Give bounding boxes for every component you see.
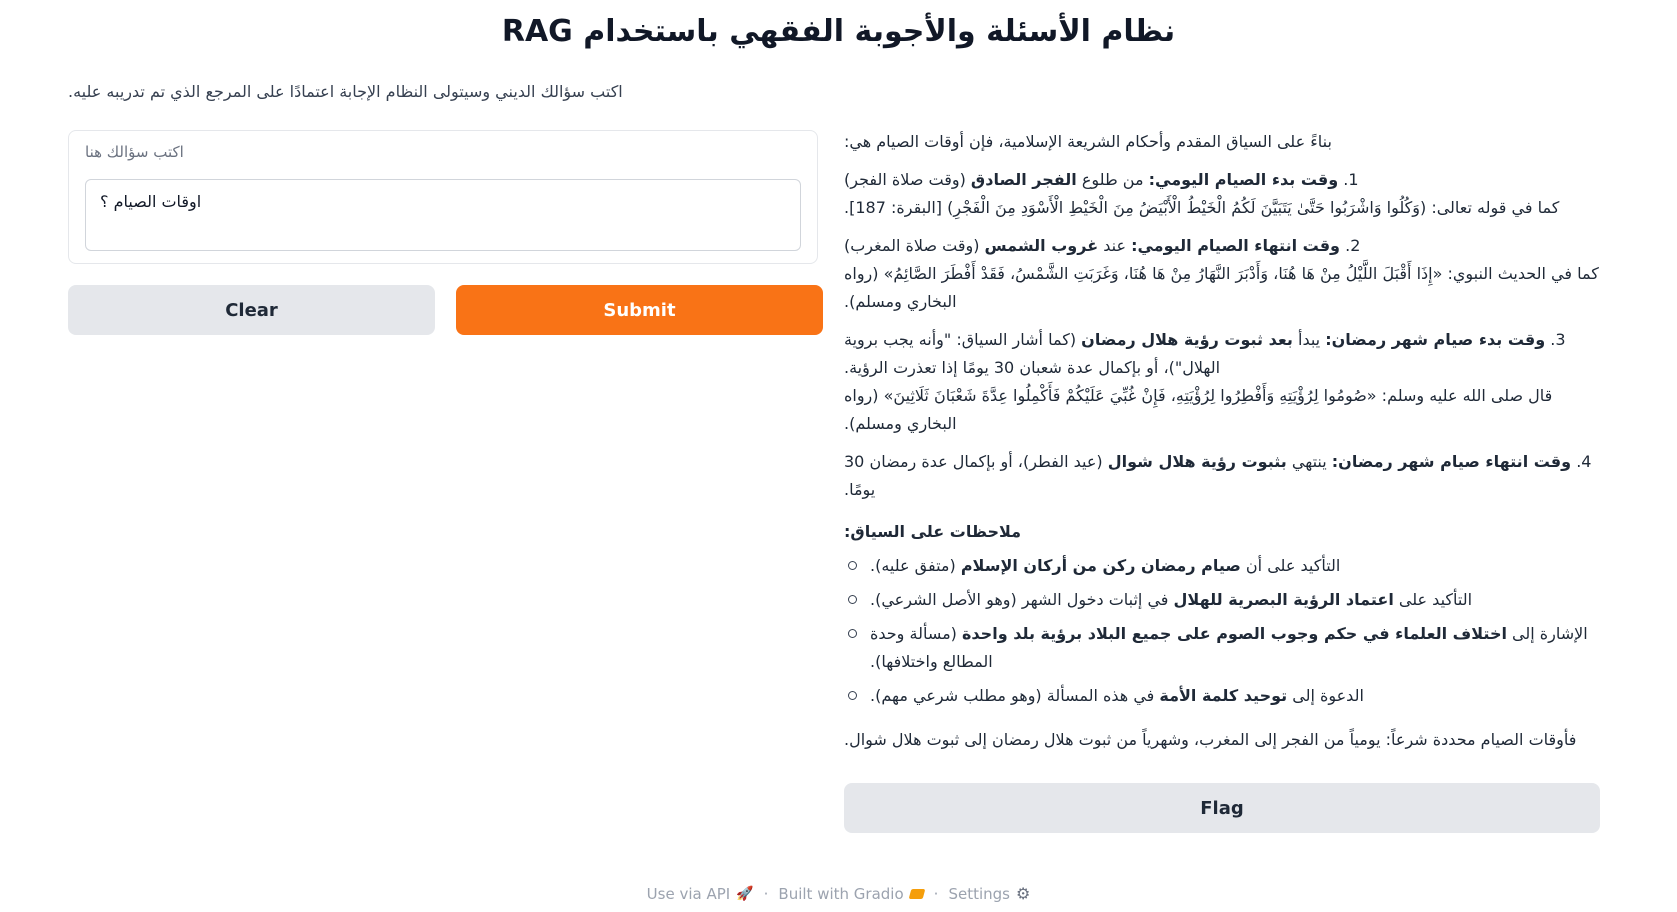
- item-number: 2.: [1345, 236, 1361, 255]
- item-evidence: قال صلى الله عليه وسلم: «صُومُوا لِرُؤْي…: [844, 386, 1553, 433]
- note-text: التأكيد على أن: [1240, 556, 1341, 575]
- note-emphasis: توحيد كلمة الأمة: [1159, 686, 1288, 705]
- item-heading: وقت بدء الصيام اليومي:: [1148, 170, 1339, 189]
- note-text: الدعوة إلى: [1287, 686, 1364, 705]
- use-via-api-link[interactable]: Use via API 🚀: [647, 885, 754, 903]
- note-emphasis: اعتماد الرؤية البصرية للهلال: [1173, 590, 1394, 609]
- item-heading: وقت انتهاء الصيام اليومي:: [1131, 236, 1340, 255]
- rocket-icon: 🚀: [736, 885, 754, 902]
- item-emphasis: غروب الشمس: [984, 236, 1099, 255]
- note-text: في هذه المسألة (وهو مطلب شرعي مهم).: [870, 686, 1160, 705]
- settings-link[interactable]: Settings ⚙: [948, 884, 1030, 903]
- item-text: عند: [1098, 236, 1132, 255]
- footer-separator: ·: [763, 884, 769, 903]
- item-text: (عيد الفطر)، أو بإكمال عدة رمضان 30 يومً…: [844, 452, 1108, 499]
- note-emphasis: اختلاف العلماء في حكم وجوب الصوم على جمي…: [961, 624, 1507, 643]
- note-emphasis: صيام رمضان ركن من أركان الإسلام: [960, 556, 1241, 575]
- built-with-gradio-label: Built with Gradio: [778, 884, 904, 903]
- footer: Use via API 🚀 · Built with Gradio · Sett…: [0, 884, 1677, 903]
- item-text: (وقت صلاة الفجر): [844, 170, 971, 189]
- item-text: (وقت صلاة المغرب): [844, 236, 985, 255]
- answer-item: 2. وقت انتهاء الصيام اليومي: عند غروب ال…: [844, 232, 1600, 316]
- item-emphasis: بعد ثبوت رؤية هلال رمضان: [1081, 330, 1293, 349]
- note-text: الإشارة إلى: [1506, 624, 1588, 643]
- item-text: ينتهي: [1286, 452, 1332, 471]
- page-description: اكتب سؤالك الديني وسيتولى النظام الإجابة…: [68, 82, 623, 101]
- item-evidence: كما في قوله تعالى: (وَكُلُوا وَاشْرَبُوا…: [844, 198, 1560, 217]
- list-item: التأكيد على أن صيام رمضان ركن من أركان ا…: [844, 552, 1600, 580]
- list-item: الإشارة إلى اختلاف العلماء في حكم وجوب ا…: [844, 620, 1600, 676]
- question-input-label: اكتب سؤالك هنا: [85, 143, 184, 161]
- page-title: RAG نظام الأسئلة والأجوبة الفقهي باستخدا…: [501, 14, 1176, 49]
- question-input-block: اكتب سؤالك هنا اوقات الصيام ؟: [68, 130, 818, 264]
- footer-separator: ·: [933, 884, 939, 903]
- bullet-icon: [848, 629, 857, 638]
- notes-heading: ملاحظات على السياق:: [844, 522, 1022, 541]
- item-evidence: كما في الحديث النبوي: «إِذَا أَقْبَلَ ال…: [844, 264, 1599, 311]
- item-number: 4.: [1576, 452, 1592, 471]
- answer-intro: بناءً على السياق المقدم وأحكام الشريعة ا…: [844, 132, 1332, 151]
- item-emphasis: الفجر الصادق: [970, 170, 1077, 189]
- answer-item: 3. وقت بدء صيام شهر رمضان: يبدأ بعد ثبوت…: [844, 326, 1600, 438]
- bullet-icon: [848, 595, 857, 604]
- answer-conclusion: فأوقات الصيام محددة شرعاً: يومياً من الف…: [844, 730, 1577, 749]
- submit-button[interactable]: Submit: [456, 285, 823, 335]
- answer-output: بناءً على السياق المقدم وأحكام الشريعة ا…: [844, 128, 1600, 764]
- clear-button[interactable]: Clear: [68, 285, 435, 335]
- notes-list: التأكيد على أن صيام رمضان ركن من أركان ا…: [844, 552, 1600, 710]
- note-text: في إثبات دخول الشهر (وهو الأصل الشرعي).: [870, 590, 1174, 609]
- flag-button[interactable]: Flag: [844, 783, 1600, 833]
- bullet-icon: [848, 691, 857, 700]
- item-number: 1.: [1343, 170, 1359, 189]
- gear-icon: ⚙: [1015, 884, 1031, 903]
- item-heading: وقت بدء صيام شهر رمضان:: [1325, 330, 1546, 349]
- item-text: من طلوع: [1076, 170, 1149, 189]
- answer-item: 4. وقت انتهاء صيام شهر رمضان: ينتهي بثبو…: [844, 448, 1600, 504]
- item-text: يبدأ: [1292, 330, 1326, 349]
- note-text: (متفق عليه).: [870, 556, 961, 575]
- answer-item: 1. وقت بدء الصيام اليومي: من طلوع الفجر …: [844, 166, 1600, 222]
- item-emphasis: بثبوت رؤية هلال شوال: [1107, 452, 1287, 471]
- use-via-api-label: Use via API: [646, 884, 731, 903]
- bullet-icon: [848, 561, 857, 570]
- item-number: 3.: [1550, 330, 1566, 349]
- list-item: الدعوة إلى توحيد كلمة الأمة في هذه المسأ…: [844, 682, 1600, 710]
- item-heading: وقت انتهاء صيام شهر رمضان:: [1331, 452, 1572, 471]
- gradio-logo-icon: [908, 888, 925, 899]
- list-item: التأكيد على اعتماد الرؤية البصرية للهلال…: [844, 586, 1600, 614]
- built-with-gradio-link[interactable]: Built with Gradio: [778, 884, 925, 903]
- note-text: التأكيد على: [1393, 590, 1473, 609]
- question-textarea[interactable]: اوقات الصيام ؟: [85, 179, 801, 251]
- settings-label: Settings: [948, 884, 1010, 903]
